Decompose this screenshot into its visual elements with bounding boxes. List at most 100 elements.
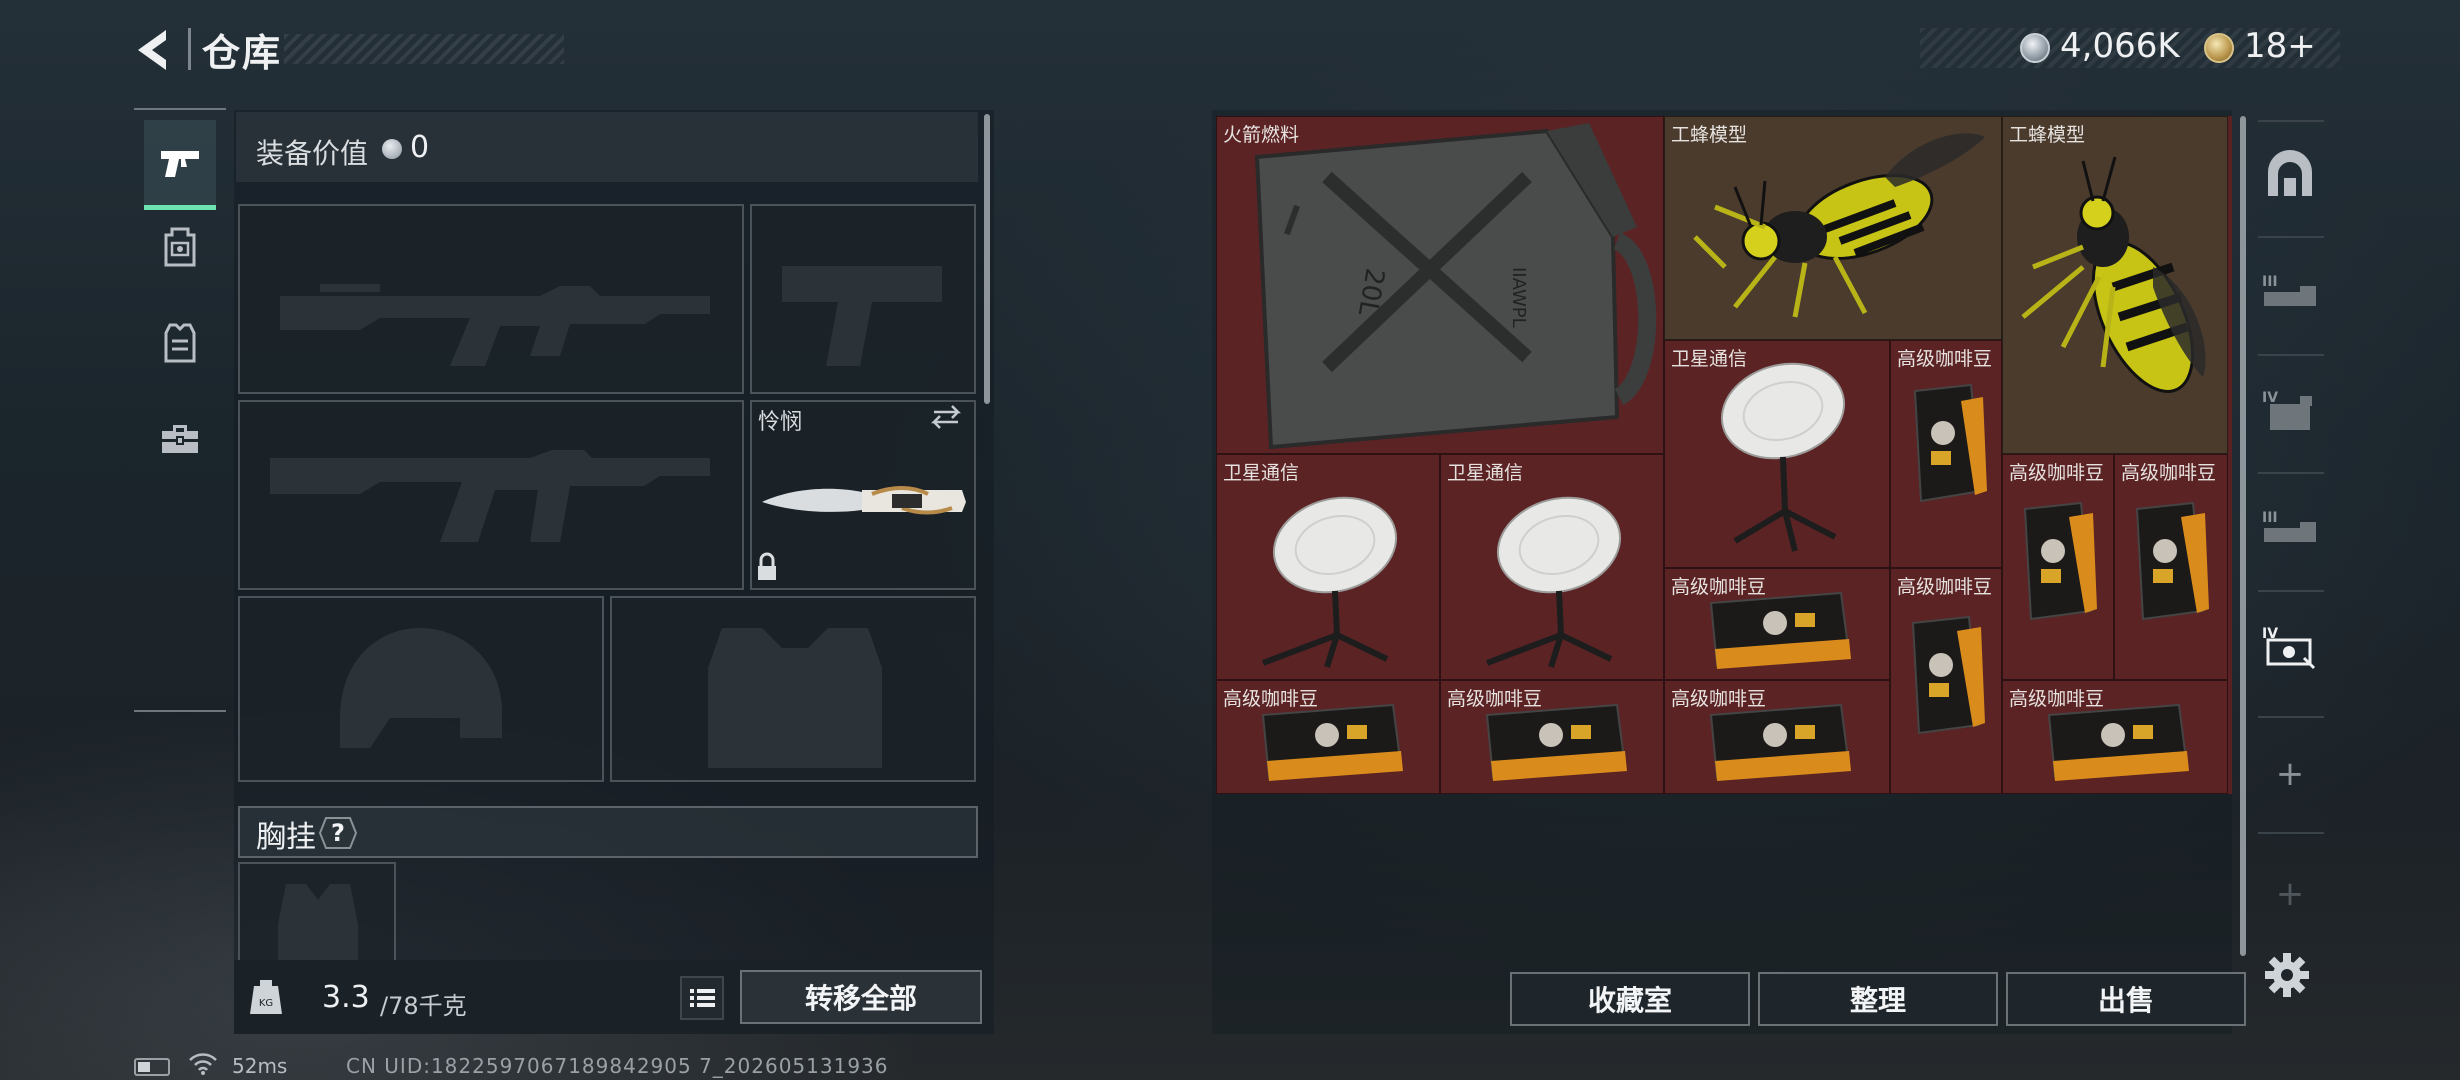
ticket-amount: 18+	[2244, 26, 2316, 66]
equip-value-label: 装备价值	[256, 137, 369, 170]
stash-tab-4b-icon[interactable]: IV	[2258, 614, 2322, 678]
item-name: 卫星通信	[1447, 462, 1524, 484]
stash-tab-3-icon[interactable]: III	[2258, 260, 2322, 324]
stash-item[interactable]: 高级咖啡豆	[1890, 340, 2002, 568]
nav-separator	[2258, 120, 2324, 122]
sort-button[interactable]: 整理	[1758, 972, 1998, 1026]
loadout-scrollbar[interactable]	[984, 114, 990, 404]
weight-icon: KG	[248, 976, 284, 1018]
helmet-silhouette-icon	[340, 628, 502, 748]
stash-item[interactable]: 卫星通信	[1440, 454, 1664, 680]
svg-text:III: III	[2262, 274, 2278, 290]
svg-text:III: III	[2262, 510, 2278, 526]
armor-slot[interactable]	[610, 596, 976, 782]
weight-current: 3.3	[322, 980, 370, 1015]
coffee-bag-icon	[2023, 501, 2097, 621]
helmet-slot[interactable]	[238, 596, 604, 782]
rifle-silhouette-icon	[270, 450, 710, 542]
weight-max: /78千克	[380, 992, 467, 1020]
item-name: 高级咖啡豆	[2121, 462, 2217, 484]
item-name: 卫星通信	[1223, 462, 1300, 484]
stash-item[interactable]: 卫星通信	[1664, 340, 1890, 568]
coffee-bag-icon	[2135, 501, 2209, 621]
nav-separator	[2258, 354, 2324, 356]
stash-scrollbar[interactable]	[2240, 116, 2246, 956]
loadout-category-nav	[134, 108, 226, 712]
stash-item[interactable]: 高级咖啡豆	[1664, 680, 1890, 794]
uid-text: CN UID:1822597067189842905 7_20260513193…	[346, 1054, 889, 1078]
battery-level	[138, 1062, 150, 1072]
stash-item[interactable]: 高级咖啡豆	[2114, 454, 2228, 680]
item-name: 火箭燃料	[1223, 124, 1300, 146]
rig-silhouette-icon	[278, 884, 358, 964]
item-name: 高级咖啡豆	[2009, 688, 2105, 710]
item-name: 工蜂模型	[1671, 124, 1748, 146]
add-icon[interactable]: +	[2258, 862, 2322, 926]
silver-coin-icon	[2020, 33, 2050, 63]
add-label: +	[2275, 754, 2305, 794]
item-name: 高级咖啡豆	[1897, 348, 1993, 370]
nav-separator	[2258, 716, 2324, 718]
stash-item[interactable]: 高级咖啡豆	[1890, 568, 2002, 794]
secondary-weapon-slot[interactable]	[238, 400, 744, 590]
stash-item[interactable]: 高级咖啡豆	[1440, 680, 1664, 794]
stash-tab-3b-icon[interactable]: III	[2258, 496, 2322, 560]
backpack-icon[interactable]	[144, 202, 216, 292]
item-name: 高级咖啡豆	[1671, 576, 1767, 598]
sell-button[interactable]: 出售	[2006, 972, 2246, 1026]
stash-item[interactable]: 高级咖啡豆	[1216, 680, 1440, 794]
page-title: 仓库	[202, 31, 283, 75]
toolbox-icon[interactable]	[144, 394, 216, 484]
list-icon	[690, 989, 715, 1007]
item-name: 高级咖啡豆	[2009, 462, 2105, 484]
add-icon[interactable]: +	[2258, 742, 2322, 806]
add-label: +	[2275, 874, 2305, 914]
satellite-dish-icon	[1720, 362, 1846, 552]
stash-item[interactable]: 工蜂模型	[1664, 116, 2002, 340]
pistol-slot[interactable]	[750, 204, 976, 394]
coffee-bag-icon	[1913, 383, 1987, 503]
back-arrow-icon[interactable]	[128, 24, 180, 76]
stash-item[interactable]: 高级咖啡豆	[2002, 454, 2114, 680]
stash-tab-nav: III IV III IV + +	[2254, 116, 2326, 956]
transfer-all-button[interactable]: 转移全部	[740, 970, 982, 1024]
rifle-silhouette-icon	[280, 284, 710, 366]
stash-item[interactable]: 工蜂模型	[2002, 116, 2228, 454]
ping-text: 52ms	[232, 1054, 288, 1078]
settings-gear-icon[interactable]	[2262, 950, 2312, 1000]
item-name: 高级咖啡豆	[1223, 688, 1319, 710]
vest-silhouette-icon	[708, 628, 882, 768]
jerrycan-icon: 20L IIAWPL	[1254, 123, 1657, 450]
nav-separator	[2258, 472, 2324, 474]
silver-coin-icon	[382, 139, 402, 159]
primary-weapon-slot[interactable]	[238, 204, 744, 394]
list-view-button[interactable]	[680, 976, 724, 1020]
rig-icon[interactable]	[144, 298, 216, 388]
collection-room-button[interactable]: 收藏室	[1510, 972, 1750, 1026]
wifi-icon	[188, 1052, 218, 1076]
title-decoration	[284, 34, 564, 64]
help-label: ?	[331, 819, 345, 847]
rig-slot[interactable]	[238, 862, 396, 964]
item-name: 高级咖啡豆	[1671, 688, 1767, 710]
satellite-dish-icon	[1485, 496, 1622, 668]
stash-item[interactable]: 高级咖啡豆	[1664, 568, 1890, 680]
stash-item[interactable]: 高级咖啡豆	[2002, 680, 2228, 794]
stash-tab-4-icon[interactable]: IV	[2258, 378, 2322, 442]
item-name: 高级咖啡豆	[1897, 576, 1993, 598]
svg-text:IIAWPL: IIAWPL	[1508, 267, 1529, 328]
stash-item[interactable]: 卫星通信	[1216, 454, 1440, 680]
gold-ticket-icon	[2204, 33, 2234, 63]
cash-amount: 4,066K	[2060, 26, 2180, 66]
stash-grid: 火箭燃料 20L IIAWPL 工蜂模型 工蜂模型 卫星通信 高级咖啡豆 卫星通…	[1216, 116, 2232, 794]
safehouse-icon[interactable]	[2258, 142, 2322, 206]
pistol-icon[interactable]	[144, 120, 216, 210]
nav-separator	[2258, 236, 2324, 238]
help-icon[interactable]: ?	[318, 816, 358, 850]
item-name: 卫星通信	[1671, 348, 1748, 370]
wasp-model-icon	[2021, 156, 2206, 393]
wasp-model-icon	[1693, 133, 1985, 318]
stash-item[interactable]: 火箭燃料 20L IIAWPL	[1216, 116, 1664, 454]
rig-label: 胸挂	[256, 820, 316, 855]
satellite-dish-icon	[1261, 496, 1398, 668]
